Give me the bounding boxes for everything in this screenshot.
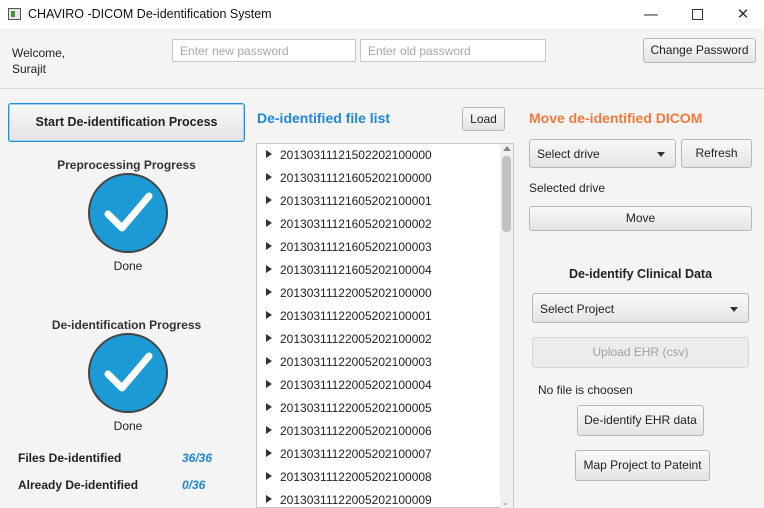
- expand-arrow-icon[interactable]: [266, 196, 272, 204]
- file-name: 20130311121605202100000: [280, 171, 432, 185]
- checkmark-icon: [104, 352, 153, 392]
- maximize-icon: [691, 9, 703, 20]
- file-name: 20130311122005202100009: [280, 493, 432, 507]
- clinical-data-title: De-identify Clinical Data: [568, 267, 713, 281]
- refresh-button[interactable]: Refresh: [681, 139, 752, 168]
- expand-arrow-icon[interactable]: [266, 173, 272, 181]
- move-button[interactable]: Move: [529, 206, 752, 231]
- start-deidentification-button[interactable]: Start De-identification Process: [8, 103, 245, 142]
- expand-arrow-icon[interactable]: [266, 426, 272, 434]
- window-app-icon: [8, 8, 21, 20]
- file-tree-item[interactable]: 20130311122005202100006: [257, 420, 501, 443]
- file-name: 20130311121605202100002: [280, 217, 432, 231]
- file-tree-item[interactable]: 20130311121605202100004: [257, 259, 501, 282]
- preprocessing-progress-title: Preprocessing Progress: [57, 158, 196, 172]
- deidentification-status: Done: [113, 419, 143, 433]
- expand-arrow-icon[interactable]: [266, 265, 272, 273]
- load-button[interactable]: Load: [462, 107, 505, 131]
- expand-arrow-icon[interactable]: [266, 150, 272, 158]
- window-title: CHAVIRO -DICOM De-identification System: [28, 7, 272, 21]
- check-circle-icon: [88, 173, 168, 253]
- file-tree-item[interactable]: 20130311122005202100008: [257, 466, 501, 489]
- file-tree-item[interactable]: 20130311122005202100002: [257, 328, 501, 351]
- expand-arrow-icon[interactable]: [266, 495, 272, 503]
- close-button[interactable]: ✕: [720, 0, 764, 29]
- file-tree-item[interactable]: 20130311122005202100004: [257, 374, 501, 397]
- title-bar: CHAVIRO -DICOM De-identification System …: [0, 0, 764, 29]
- map-project-button[interactable]: Map Project to Pateint: [575, 450, 710, 481]
- header-bar: Welcome, Surajit Change Password: [0, 29, 764, 89]
- move-dicom-title: Move de-identified DICOM: [529, 110, 703, 126]
- file-name: 20130311122005202100003: [280, 355, 432, 369]
- new-password-input[interactable]: [172, 39, 356, 62]
- file-tree[interactable]: 20130311121502202100000 20130311121605202…: [256, 143, 514, 508]
- files-deidentified-value: 36/36: [182, 451, 213, 465]
- file-name: 20130311122005202100001: [280, 309, 432, 323]
- file-tree-item[interactable]: 20130311121502202100000: [257, 144, 501, 167]
- already-deidentified-value: 0/36: [182, 478, 206, 492]
- expand-arrow-icon[interactable]: [266, 357, 272, 365]
- minimize-button[interactable]: —: [628, 0, 674, 29]
- expand-arrow-icon[interactable]: [266, 449, 272, 457]
- selected-drive-text: Selected drive: [529, 181, 606, 195]
- expand-arrow-icon[interactable]: [266, 242, 272, 250]
- scroll-thumb[interactable]: [502, 156, 511, 232]
- file-tree-item[interactable]: 20130311122005202100003: [257, 351, 501, 374]
- maximize-button[interactable]: [674, 0, 720, 29]
- select-drive-dropdown[interactable]: Select drive: [529, 139, 676, 168]
- file-tree-item[interactable]: 20130311122005202100005: [257, 397, 501, 420]
- file-name: 20130311122005202100004: [280, 378, 432, 392]
- expand-arrow-icon[interactable]: [266, 288, 272, 296]
- chevron-down-icon: [657, 152, 665, 157]
- scroll-down-arrow-icon[interactable]: ⌄: [502, 498, 509, 507]
- old-password-input[interactable]: [360, 39, 546, 62]
- file-tree-item[interactable]: 20130311122005202100001: [257, 305, 501, 328]
- change-password-button[interactable]: Change Password: [643, 38, 756, 63]
- select-project-dropdown[interactable]: Select Project: [532, 293, 749, 323]
- deidentify-ehr-button[interactable]: De-identify EHR data: [577, 405, 704, 436]
- file-name: 20130311122005202100008: [280, 470, 432, 484]
- expand-arrow-icon[interactable]: [266, 334, 272, 342]
- file-name: 20130311121502202100000: [280, 148, 432, 162]
- files-deidentified-label: Files De-identified: [18, 451, 122, 465]
- file-tree-item[interactable]: 20130311122005202100007: [257, 443, 501, 466]
- file-list-title: De-identified file list: [257, 110, 391, 126]
- expand-arrow-icon[interactable]: [266, 311, 272, 319]
- file-tree-item[interactable]: 20130311121605202100003: [257, 236, 501, 259]
- upload-ehr-button[interactable]: Upload EHR (csv): [532, 337, 749, 368]
- welcome-label: Welcome,: [12, 46, 66, 60]
- already-deidentified-label: Already De-identified: [18, 478, 139, 492]
- file-name: 20130311122005202100005: [280, 401, 432, 415]
- welcome-text: Welcome, Surajit: [12, 45, 65, 77]
- file-name: 20130311122005202100006: [280, 424, 432, 438]
- file-tree-item[interactable]: 20130311121605202100000: [257, 167, 501, 190]
- expand-arrow-icon[interactable]: [266, 219, 272, 227]
- file-name: 20130311121605202100001: [280, 194, 432, 208]
- user-name: Surajit: [12, 62, 47, 76]
- deidentification-progress-title: De-identification Progress: [51, 318, 202, 332]
- select-drive-label: Select drive: [537, 147, 600, 161]
- chevron-down-icon: [730, 307, 738, 312]
- checkmark-icon: [104, 192, 153, 232]
- preprocessing-status: Done: [113, 259, 143, 273]
- select-project-label: Select Project: [540, 302, 615, 316]
- file-name: 20130311122005202100000: [280, 286, 432, 300]
- file-tree-item[interactable]: 20130311122005202100000: [257, 282, 501, 305]
- file-list-scrollbar[interactable]: ⌄: [500, 144, 513, 508]
- expand-arrow-icon[interactable]: [266, 380, 272, 388]
- file-tree-item[interactable]: 20130311121605202100001: [257, 190, 501, 213]
- file-name: 20130311122005202100002: [280, 332, 432, 346]
- file-tree-item[interactable]: 20130311122005202100009: [257, 489, 501, 507]
- file-tree-item[interactable]: 20130311121605202100002: [257, 213, 501, 236]
- check-circle-icon: [88, 333, 168, 413]
- file-name: 20130311121605202100003: [280, 240, 432, 254]
- expand-arrow-icon[interactable]: [266, 403, 272, 411]
- file-name: 20130311121605202100004: [280, 263, 432, 277]
- file-name: 20130311122005202100007: [280, 447, 432, 461]
- scroll-up-arrow-icon[interactable]: [503, 146, 511, 151]
- expand-arrow-icon[interactable]: [266, 472, 272, 480]
- no-file-text: No file is choosen: [538, 383, 633, 397]
